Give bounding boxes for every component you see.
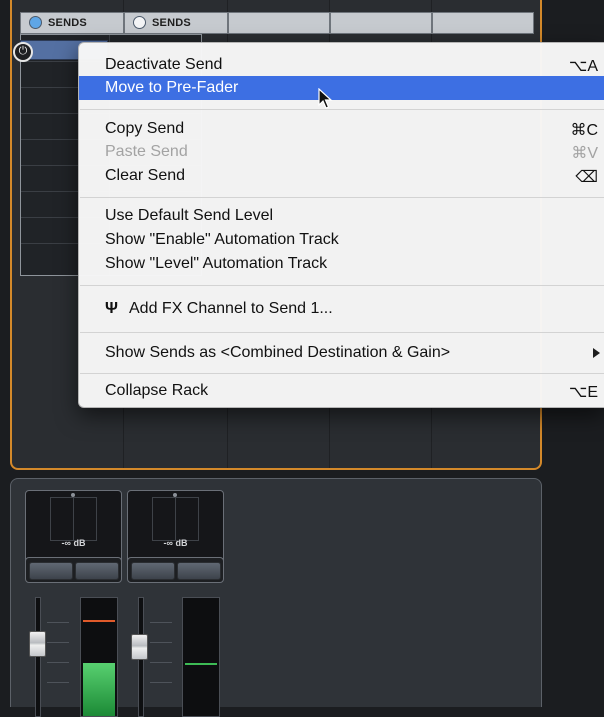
- channel-button[interactable]: [29, 562, 73, 580]
- mouse-pointer-icon: [318, 88, 333, 109]
- fader-handle[interactable]: [29, 630, 46, 657]
- menu-separator: [80, 109, 604, 110]
- level-display: -∞ dB: [25, 490, 122, 567]
- menu-item-label: Move to Pre-Fader: [105, 79, 239, 96]
- db-readout: -∞ dB: [61, 538, 86, 548]
- menu-item-label: Add FX Channel to Send 1...: [129, 300, 333, 317]
- menu-item-label: Paste Send: [105, 143, 188, 160]
- menu-item-shortcut: ⌥A: [568, 58, 598, 75]
- menu-separator: [80, 373, 604, 374]
- meter-peak-line: [83, 620, 115, 622]
- sends-tab-1[interactable]: SENDS: [20, 12, 124, 34]
- menu-item-use-default-send-level[interactable]: Use Default Send Level: [79, 204, 604, 228]
- channel-button-pair: [127, 557, 224, 583]
- sends-tab-label: SENDS: [48, 17, 87, 29]
- menu-item-show-enable-automation[interactable]: Show "Enable" Automation Track: [79, 228, 604, 252]
- meter-fill: [83, 663, 115, 716]
- level-meter: [80, 597, 118, 717]
- power-icon[interactable]: ⏻: [13, 42, 33, 62]
- submenu-arrow-icon: [593, 348, 600, 358]
- menu-item-label: Collapse Rack: [105, 382, 209, 399]
- channel-button-pair: [25, 557, 122, 583]
- sends-tab-label: SENDS: [152, 17, 191, 29]
- menu-separator: [80, 285, 604, 286]
- menu-item-collapse-rack[interactable]: Collapse Rack ⌥E: [79, 379, 604, 403]
- menu-item-clear-send[interactable]: Clear Send ⌫: [79, 164, 604, 188]
- sends-header-empty: [228, 12, 330, 34]
- level-display: -∞ dB: [127, 490, 224, 567]
- meter-level-line: [185, 663, 217, 665]
- menu-separator: [80, 332, 604, 333]
- channel-button[interactable]: [131, 562, 175, 580]
- menu-item-label: Deactivate Send: [105, 56, 223, 73]
- menu-item-label: Show Sends as <Combined Destination & Ga…: [105, 344, 451, 361]
- menu-item-shortcut: ⌘V: [571, 145, 598, 162]
- level-meter: [182, 597, 220, 717]
- db-readout: -∞ dB: [163, 538, 188, 548]
- menu-item-paste-send: Paste Send ⌘V: [79, 140, 604, 164]
- menu-separator: [80, 197, 604, 198]
- sends-header-empty: [330, 12, 432, 34]
- menu-item-shortcut: ⌘C: [570, 122, 598, 139]
- send-context-menu: Deactivate Send ⌥A Move to Pre-Fader Cop…: [78, 42, 604, 408]
- menu-item-label: Show "Level" Automation Track: [105, 255, 328, 272]
- menu-item-label: Clear Send: [105, 167, 186, 184]
- menu-item-move-to-pre-fader[interactable]: Move to Pre-Fader: [79, 76, 604, 100]
- menu-item-shortcut: ⌥E: [568, 384, 598, 401]
- fader-handle[interactable]: [131, 634, 148, 661]
- menu-item-deactivate-send[interactable]: Deactivate Send ⌥A: [79, 53, 604, 77]
- sends-inactive-radio-icon[interactable]: [133, 16, 146, 29]
- sends-active-radio-icon[interactable]: [29, 16, 42, 29]
- menu-item-add-fx-channel[interactable]: Ψ Add FX Channel to Send 1...: [79, 297, 604, 321]
- menu-item-label: Copy Send: [105, 120, 185, 137]
- sends-tab-2[interactable]: SENDS: [124, 12, 228, 34]
- fx-channel-icon: Ψ: [105, 300, 118, 317]
- menu-item-label: Use Default Send Level: [105, 207, 274, 224]
- menu-item-show-sends-as[interactable]: Show Sends as <Combined Destination & Ga…: [79, 341, 604, 365]
- delete-key-icon: ⌫: [575, 169, 598, 186]
- sends-header-empty: [432, 12, 534, 34]
- channel-button[interactable]: [177, 562, 221, 580]
- menu-item-label: Show "Enable" Automation Track: [105, 231, 339, 248]
- channel-button[interactable]: [75, 562, 119, 580]
- menu-item-show-level-automation[interactable]: Show "Level" Automation Track: [79, 252, 604, 276]
- menu-item-copy-send[interactable]: Copy Send ⌘C: [79, 117, 604, 141]
- fader-track[interactable]: [35, 597, 41, 717]
